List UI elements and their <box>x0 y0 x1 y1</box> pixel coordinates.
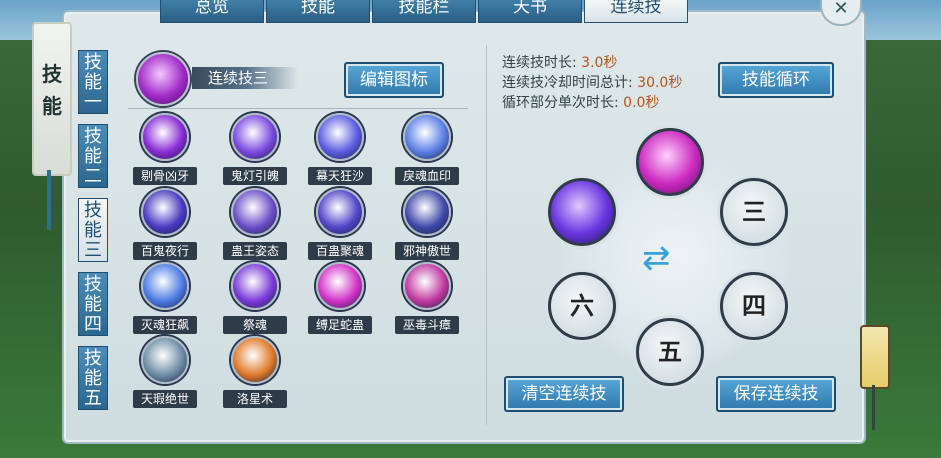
skill-item[interactable]: 幕天狂沙 <box>305 113 375 185</box>
skill-name: 百蛊聚魂 <box>308 242 372 260</box>
skill-icon <box>231 188 279 236</box>
stat-duration: 连续技时长: 3.0秒 <box>502 55 618 71</box>
scroll-tassel <box>47 170 51 230</box>
skill-name: 剔骨凶牙 <box>133 167 197 185</box>
slot-5[interactable]: 五 <box>636 318 704 386</box>
skill-icon <box>403 262 451 310</box>
slot-3[interactable]: 三 <box>720 178 788 246</box>
save-combo-button[interactable]: 保存连续技 <box>716 376 836 412</box>
side-tab-5[interactable]: 技能五 <box>78 346 108 410</box>
tab-tianshu[interactable]: 天书 <box>478 0 582 23</box>
skill-item[interactable]: 天瑕绝世 <box>130 336 200 408</box>
skill-icon <box>231 262 279 310</box>
stat-cooldown: 连续技冷却时间总计: 30.0秒 <box>502 75 683 91</box>
skill-name: 百鬼夜行 <box>133 242 197 260</box>
side-tab-4[interactable]: 技能四 <box>78 272 108 336</box>
skill-icon <box>141 113 189 161</box>
tab-skills[interactable]: 技能 <box>266 0 370 23</box>
divider <box>128 108 468 109</box>
skill-name: 邪神傲世 <box>395 242 459 260</box>
skill-item[interactable]: 蛊王姿态 <box>220 188 290 260</box>
skill-name: 蛊王姿态 <box>223 242 287 260</box>
skill-name: 天瑕绝世 <box>133 390 197 408</box>
slot-4[interactable]: 四 <box>720 272 788 340</box>
skill-name: 巫毒斗瘴 <box>395 316 459 334</box>
skill-item[interactable]: 祭魂 <box>220 262 290 334</box>
skill-name: 幕天狂沙 <box>308 167 372 185</box>
slot-6[interactable]: 六 <box>548 272 616 340</box>
tab-overview[interactable]: 总览 <box>160 0 264 23</box>
skill-item[interactable]: 剔骨凶牙 <box>130 113 200 185</box>
skill-name: 祭魂 <box>223 316 287 334</box>
combo-icon[interactable] <box>136 52 190 106</box>
skill-item[interactable]: 灭魂狂飙 <box>130 262 200 334</box>
skill-name: 戾魂血印 <box>395 167 459 185</box>
vertical-divider <box>486 45 487 425</box>
skill-icon <box>403 188 451 236</box>
skill-icon <box>141 336 189 384</box>
stat-loop: 循环部分单次时长: 0.0秒 <box>502 95 660 111</box>
lantern-pole <box>872 385 875 430</box>
skill-icon <box>231 336 279 384</box>
skill-item[interactable]: 邪神傲世 <box>392 188 462 260</box>
skill-item[interactable]: 洛星术 <box>220 336 290 408</box>
edit-icon-button[interactable]: 编辑图标 <box>344 62 444 98</box>
skill-name: 洛星术 <box>223 390 287 408</box>
skill-icon <box>316 262 364 310</box>
combo-name: 连续技三 <box>192 67 298 89</box>
skill-cycle-button[interactable]: 技能循环 <box>718 62 834 98</box>
lantern-decoration <box>860 325 890 389</box>
skill-item[interactable]: 百蛊聚魂 <box>305 188 375 260</box>
slot-2[interactable] <box>548 178 616 246</box>
title-scroll: 技 能 <box>32 22 72 176</box>
skill-name: 灭魂狂飙 <box>133 316 197 334</box>
clear-combo-button[interactable]: 清空连续技 <box>504 376 624 412</box>
tab-skill-bar[interactable]: 技能栏 <box>372 0 476 23</box>
skill-item[interactable]: 巫毒斗瘴 <box>392 262 462 334</box>
skill-icon <box>403 113 451 161</box>
skill-icon <box>316 188 364 236</box>
skill-item[interactable]: 缚足蛇蛊 <box>305 262 375 334</box>
skill-item[interactable]: 百鬼夜行 <box>130 188 200 260</box>
skill-item[interactable]: 戾魂血印 <box>392 113 462 185</box>
side-tab-1[interactable]: 技能一 <box>78 50 108 114</box>
cycle-arrows-icon: ⇄ <box>642 238 671 278</box>
top-tab-bar: 总览 技能 技能栏 天书 连续技 <box>160 0 690 23</box>
slot-1[interactable] <box>636 128 704 196</box>
panel-title: 技 能 <box>42 62 62 118</box>
side-tab-2[interactable]: 技能二 <box>78 124 108 188</box>
skill-item[interactable]: 鬼灯引魄 <box>220 113 290 185</box>
skill-icon <box>141 262 189 310</box>
skill-icon <box>141 188 189 236</box>
tab-combo[interactable]: 连续技 <box>584 0 688 23</box>
skill-name: 缚足蛇蛊 <box>308 316 372 334</box>
skill-icon <box>231 113 279 161</box>
skill-icon <box>316 113 364 161</box>
close-icon: ✕ <box>833 0 849 19</box>
skill-name: 鬼灯引魄 <box>223 167 287 185</box>
side-tab-3[interactable]: 技能三 <box>78 198 108 262</box>
